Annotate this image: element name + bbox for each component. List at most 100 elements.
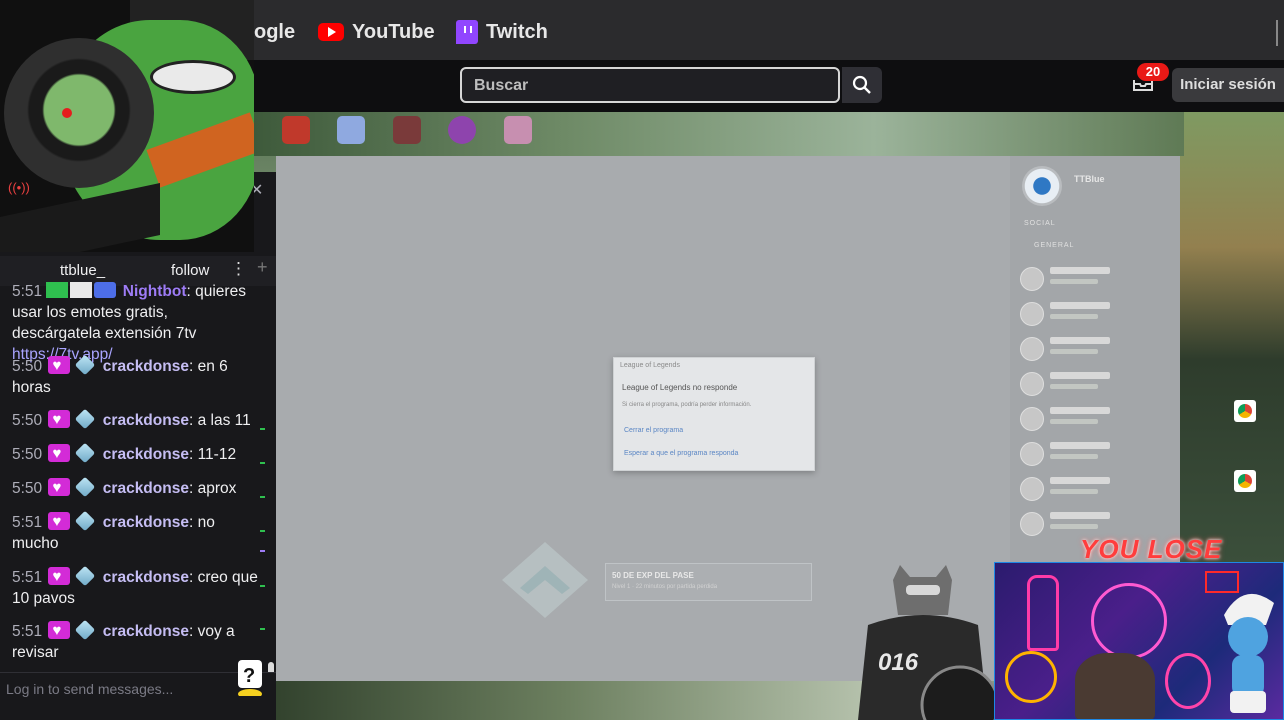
- neon-lollipop: [1165, 653, 1211, 709]
- more-options-icon[interactable]: ⋮: [230, 259, 247, 279]
- search-icon: [852, 75, 871, 94]
- bookmark-youtube[interactable]: YouTube: [318, 18, 435, 46]
- accessibility-icon: [1005, 651, 1057, 703]
- follow-button[interactable]: follow: [171, 262, 209, 279]
- message-username[interactable]: crackdonse: [103, 446, 189, 463]
- diamond-badge-icon: [75, 408, 96, 430]
- message-username[interactable]: crackdonse: [103, 412, 189, 429]
- message-time: 5:51: [12, 569, 43, 586]
- general-group-label: GENERAL: [1034, 242, 1075, 249]
- chat-tick: [260, 628, 265, 630]
- chat-tick: [260, 496, 265, 498]
- pass-logo-icon: [502, 542, 588, 618]
- message-time: 5:50: [12, 446, 43, 463]
- plus-icon[interactable]: +: [257, 257, 268, 278]
- chat-message: 5:51 crackdonse: voy a revisar: [12, 619, 258, 663]
- desktop-wallpaper: [1180, 112, 1284, 562]
- message-username[interactable]: crackdonse: [103, 358, 189, 375]
- message-time: 5:50: [12, 412, 43, 429]
- friend-entry: [1020, 405, 1170, 433]
- chat-message: 5:50 crackdonse: a las 11: [12, 408, 258, 431]
- chat-tick: [260, 550, 265, 552]
- help-icon[interactable]: ?: [236, 660, 264, 696]
- sub-badge-icon: [48, 477, 71, 498]
- diamond-badge-icon: [75, 565, 96, 587]
- dialog-subtext: Si cierra el programa, podría perder inf…: [622, 402, 752, 408]
- avatar: [1020, 407, 1044, 431]
- message-username[interactable]: crackdonse: [103, 514, 189, 531]
- message-username[interactable]: Nightbot: [123, 283, 187, 300]
- chat-message: 5:51 crackdonse: creo que 10 pavos: [12, 565, 258, 609]
- not-responding-dialog: League of Legends League of Legends no r…: [613, 357, 815, 471]
- search-button[interactable]: [842, 67, 882, 103]
- pass-exp-banner: 50 DE EXP DEL PASE Nivel 1 · 22 minutos …: [605, 563, 812, 601]
- avatar: [1020, 477, 1044, 501]
- bookmark-label: ogle: [254, 20, 296, 43]
- pepe-eye: [150, 60, 236, 94]
- chrome-icon: [1234, 400, 1256, 422]
- chat-tick: [260, 428, 265, 430]
- sub-badge-icon: [48, 409, 71, 430]
- bookmark-label: YouTube: [352, 20, 435, 43]
- bookmark-label: Twitch: [486, 20, 548, 43]
- friend-entry: [1020, 300, 1170, 328]
- pepe-sniper-overlay: ((•)): [0, 0, 254, 252]
- you-lose-overlay: YOU LOSE: [1080, 534, 1223, 564]
- message-text: 11-12: [193, 446, 237, 463]
- chat-message: 5:50 crackdonse: en 6 horas: [12, 354, 258, 398]
- profile-name: TTBlue: [1074, 174, 1105, 184]
- notification-badge: 20: [1137, 63, 1169, 81]
- close-program-option[interactable]: Cerrar el programa: [624, 427, 683, 434]
- streamer-webcam: [1075, 653, 1155, 719]
- wait-program-option[interactable]: Esperar a que el programa responda: [624, 450, 738, 457]
- bookmark-google[interactable]: ogle: [254, 18, 295, 46]
- dialog-title: League of Legends: [620, 362, 680, 369]
- friend-entry: [1020, 370, 1170, 398]
- chat-tick: [260, 530, 265, 532]
- chat-message: 5:51 Nightbot: quieres usar los emotes g…: [12, 282, 246, 363]
- sub-badge-icon: [48, 355, 71, 376]
- pass-exp-subtitle: Nivel 1 · 22 minutos por partida perdida: [612, 584, 718, 590]
- diamond-badge-icon: [75, 619, 96, 641]
- neon-bottle: [1027, 575, 1059, 651]
- message-username[interactable]: crackdonse: [103, 623, 189, 640]
- bookmarks-overflow[interactable]: [1276, 20, 1284, 46]
- badge-icon: [94, 282, 117, 298]
- channel-name[interactable]: ttblue_: [60, 262, 105, 279]
- avatar: [1020, 512, 1044, 536]
- friend-entry: [1020, 440, 1170, 468]
- sub-badge-icon: [48, 443, 71, 464]
- profile-avatar: [1022, 166, 1062, 206]
- message-username[interactable]: crackdonse: [103, 480, 189, 497]
- message-time: 5:51: [12, 283, 43, 300]
- chat-input[interactable]: Log in to send messages...: [0, 672, 276, 706]
- desktop-app-icon: [282, 116, 310, 144]
- desktop-app-icon: [393, 116, 421, 144]
- friend-entry: [1020, 335, 1170, 363]
- chat-tick: [260, 585, 265, 587]
- message-text: a las 11: [193, 412, 251, 429]
- social-label: SOCIAL: [1024, 220, 1056, 227]
- chat-message: 5:51 crackdonse: no mucho: [12, 510, 258, 554]
- diamond-badge-icon: [75, 354, 96, 376]
- message-time: 5:51: [12, 623, 43, 640]
- diamond-badge-icon: [75, 476, 96, 498]
- login-button[interactable]: Iniciar sesión: [1172, 68, 1284, 102]
- scope-icon: [4, 38, 154, 188]
- message-username[interactable]: crackdonse: [103, 569, 189, 586]
- laser-dot: [62, 108, 72, 118]
- chrome-icon: [1234, 470, 1256, 492]
- badge-icon: [70, 282, 93, 298]
- armored-cat-overlay: 016: [858, 565, 998, 720]
- sub-badge-icon: [48, 566, 71, 587]
- message-time: 5:50: [12, 358, 43, 375]
- smurf-overlay: [1224, 593, 1274, 713]
- cat-number: 016: [878, 649, 919, 676]
- desktop-app-icon: [448, 116, 476, 144]
- bookmark-twitch[interactable]: Twitch: [456, 18, 548, 46]
- live-broadcast-icon: ((•)): [8, 180, 30, 195]
- search-input[interactable]: Buscar: [460, 67, 840, 103]
- diamond-badge-icon: [75, 442, 96, 464]
- chat-message: 5:50 crackdonse: 11-12: [12, 442, 258, 465]
- avatar: [1020, 372, 1044, 396]
